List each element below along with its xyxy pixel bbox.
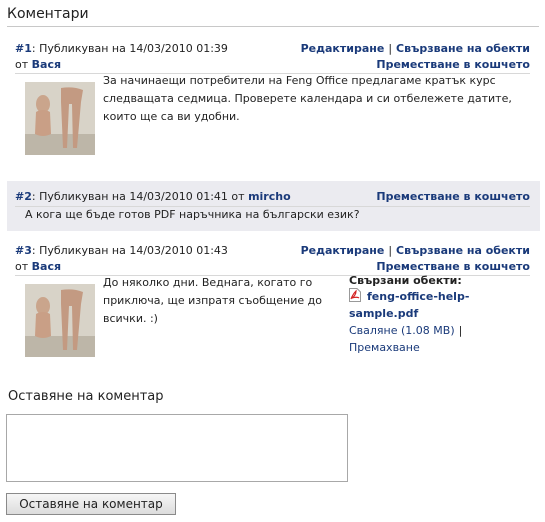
title-divider [7, 26, 539, 27]
trash-link[interactable]: Преместване в кошчето [376, 260, 530, 273]
comment-header: #1: Публикуван на 14/03/2010 01:39 Редак… [15, 42, 530, 55]
trash-link[interactable]: Преместване в кошчето [376, 190, 530, 203]
attachment: feng-office-help-sample.pdf Сваляне (1.0… [349, 288, 470, 354]
author-link[interactable]: mircho [248, 190, 291, 203]
submit-comment-button[interactable]: Оставяне на коментар [6, 493, 176, 515]
edit-link[interactable]: Редактиране [301, 244, 385, 257]
link-objects-link[interactable]: Свързване на обекти [396, 244, 530, 257]
comment-1: #1: Публикуван на 14/03/2010 01:39 Редак… [7, 42, 540, 160]
remove-link[interactable]: Премахване [349, 341, 420, 354]
download-link[interactable]: Сваляне (1.08 MB) [349, 324, 455, 337]
comment-number: #1 [15, 42, 32, 55]
comment-2: #2: Публикуван на 14/03/2010 01:41 от mi… [7, 181, 540, 231]
attachment-name-link[interactable]: feng-office-help-sample.pdf [349, 290, 469, 320]
pdf-file-icon [349, 288, 361, 302]
comment-textarea[interactable] [6, 414, 348, 482]
author-link[interactable]: Вася [32, 58, 61, 71]
edit-link[interactable]: Редактиране [301, 42, 385, 55]
avatar [25, 82, 95, 155]
comment-subheader: от Вася Преместване в кошчето [7, 260, 540, 274]
comments-title: Коментари [7, 6, 89, 22]
comment-date: : Публикуван на 14/03/2010 01:41 от [31, 190, 245, 203]
comment-date: : Публикуван на 14/03/2010 01:43 [31, 244, 228, 257]
comment-number: #3 [15, 244, 32, 257]
comment-date: : Публикуван на 14/03/2010 01:39 [31, 42, 228, 55]
comment-header: #3: Публикуван на 14/03/2010 01:43 Редак… [15, 244, 530, 257]
by-label: от [15, 260, 29, 273]
comment-text: А кога ще бъде готов PDF наръчника на бъ… [25, 208, 360, 221]
link-objects-link[interactable]: Свързване на обекти [396, 42, 530, 55]
by-label: от [15, 58, 29, 71]
comment-subheader: от Вася Преместване в кошчето [7, 58, 540, 72]
comment-number: #2 [15, 190, 32, 203]
linked-objects-title: Свързани обекти: [349, 274, 462, 287]
author-link[interactable]: Вася [32, 260, 61, 273]
comment-text: За начинаещи потребители на Feng Office … [103, 74, 512, 123]
trash-link[interactable]: Преместване в кошчето [376, 58, 530, 71]
comment-3: #3: Публикуван на 14/03/2010 01:43 Редак… [7, 244, 540, 362]
add-comment-title: Оставяне на коментар [8, 389, 164, 404]
avatar [25, 284, 95, 357]
comment-text: До няколко дни. Веднага, когато го прикл… [103, 276, 322, 325]
comment-header: #2: Публикуван на 14/03/2010 01:41 от mi… [7, 190, 540, 204]
